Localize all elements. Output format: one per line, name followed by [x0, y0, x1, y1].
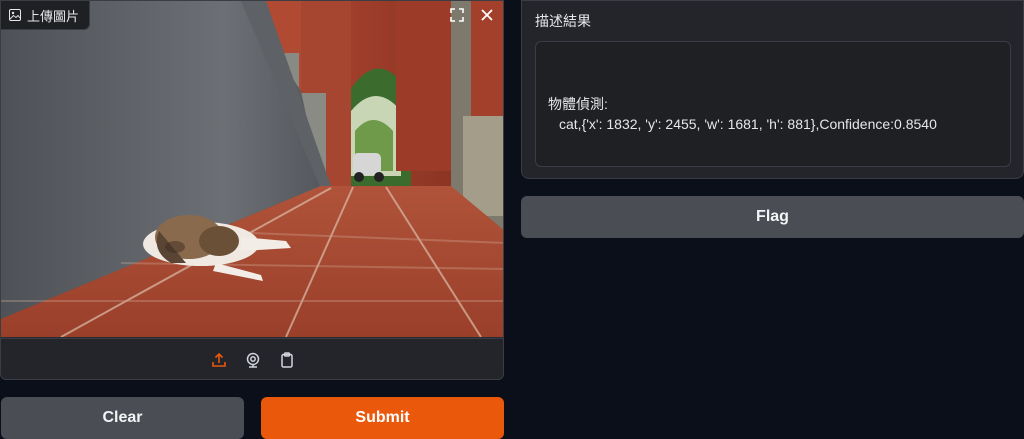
image-source-bar: [1, 338, 503, 379]
uploaded-photo: [1, 1, 503, 337]
output-textbox[interactable]: 物體偵測: cat,{'x': 1832, 'y': 2455, 'w': 16…: [535, 41, 1011, 167]
clear-button[interactable]: Clear: [1, 397, 244, 439]
output-result: cat,{'x': 1832, 'y': 2455, 'w': 1681, 'h…: [559, 116, 937, 132]
output-panel: 描述結果 物體偵測: cat,{'x': 1832, 'y': 2455, 'w…: [521, 0, 1024, 179]
clipboard-icon[interactable]: [277, 350, 297, 370]
image-actions: [447, 5, 497, 25]
image-input-label: 上傳圖片: [1, 1, 91, 30]
image-icon: [9, 9, 21, 21]
output-label: 描述結果: [535, 14, 591, 30]
image-input-panel: 上傳圖片: [0, 0, 504, 380]
submit-button[interactable]: Submit: [261, 397, 504, 439]
upload-icon[interactable]: [209, 350, 229, 370]
output-heading: 物體偵測:: [548, 96, 608, 112]
close-icon[interactable]: [477, 5, 497, 25]
flag-button[interactable]: Flag: [521, 196, 1024, 238]
webcam-icon[interactable]: [243, 350, 263, 370]
image-input-label-text: 上傳圖片: [27, 9, 80, 25]
fullscreen-icon[interactable]: [447, 5, 467, 25]
